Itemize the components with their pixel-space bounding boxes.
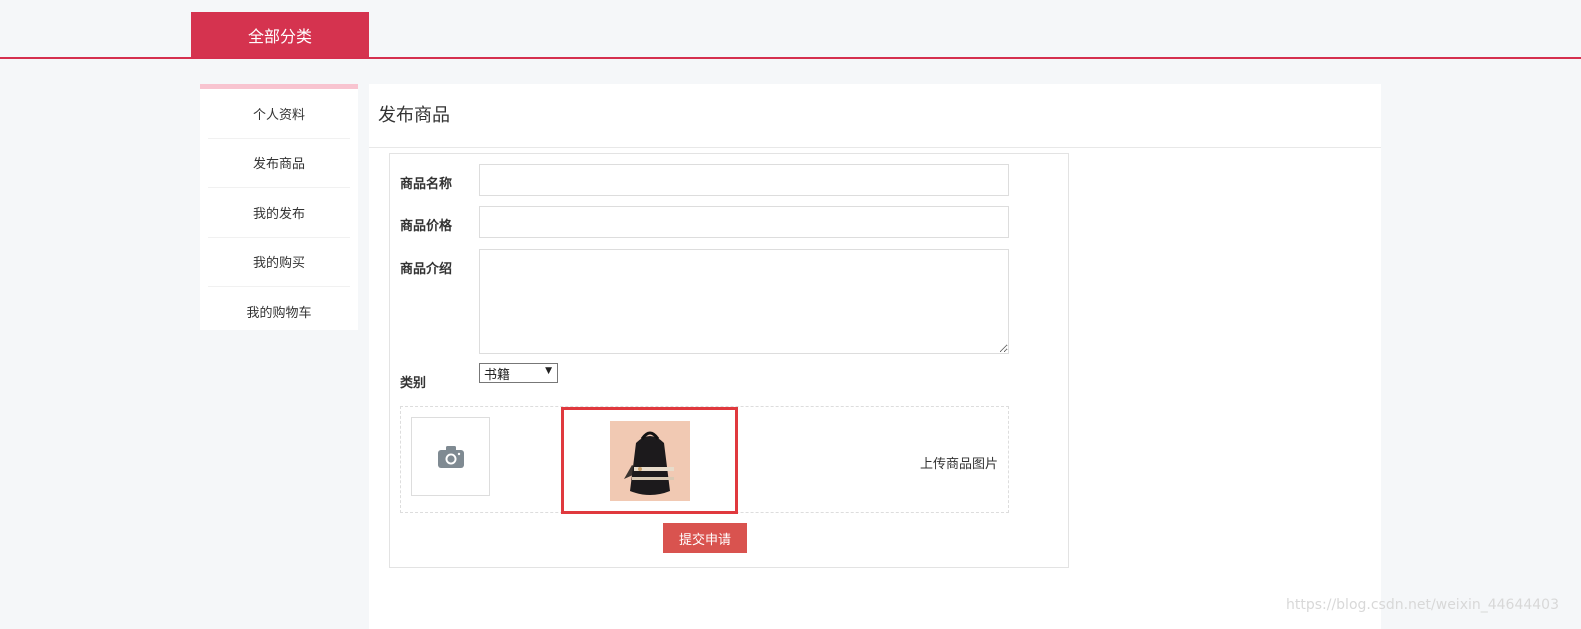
sidebar-item-label: 我的购物车 (246, 305, 312, 321)
product-thumbnail (609, 420, 690, 501)
upload-image-label: 上传商品图片 (919, 457, 998, 472)
product-intro-label: 商品介绍 (400, 262, 453, 277)
sidebar-item-cart[interactable]: 我的购物车 (208, 287, 350, 336)
watermark-text: https://blog.csdn.net/weixin_44644403 (1285, 597, 1559, 613)
sidebar-item-label: 我的购买 (252, 256, 305, 272)
page-title: 发布商品 (369, 84, 1381, 148)
sidebar-item-profile[interactable]: 个人资料 (208, 89, 350, 139)
user-sidebar: 个人资料 发布商品 我的发布 我的购买 我的购物车 (200, 84, 358, 330)
submit-button[interactable]: 提交申请 (663, 523, 747, 553)
all-categories-tab[interactable]: 全部分类 (191, 12, 369, 57)
product-price-input[interactable] (479, 206, 1009, 238)
upload-image-button[interactable] (411, 417, 490, 496)
top-nav-bar: 全部分类 (0, 0, 1581, 59)
product-intro-textarea[interactable] (479, 249, 1009, 354)
publish-form: 商品名称 商品价格 商品介绍 类别 书籍 ▼ 上传商品图片 提交申请 (389, 153, 1069, 568)
product-name-input[interactable] (479, 164, 1009, 196)
sidebar-item-publish[interactable]: 发布商品 (208, 139, 350, 188)
product-price-label: 商品价格 (400, 219, 453, 234)
sidebar-item-my-purchases[interactable]: 我的购买 (208, 238, 350, 287)
camera-icon (437, 445, 464, 468)
category-label: 类别 (400, 376, 427, 391)
product-name-label: 商品名称 (400, 177, 453, 192)
sidebar-item-my-posts[interactable]: 我的发布 (208, 188, 350, 238)
sidebar-item-label: 发布商品 (252, 157, 305, 173)
uploaded-image-preview[interactable] (561, 407, 738, 514)
sidebar-item-label: 我的发布 (252, 206, 305, 222)
dropdown-arrow-icon: ▼ (545, 366, 552, 376)
category-selected-value: 书籍 (484, 367, 511, 383)
category-select[interactable]: 书籍 ▼ (479, 363, 558, 383)
sidebar-item-label: 个人资料 (252, 107, 305, 123)
image-upload-area: 上传商品图片 (400, 406, 1009, 514)
all-categories-label: 全部分类 (247, 26, 312, 46)
main-panel: 发布商品 商品名称 商品价格 商品介绍 类别 书籍 ▼ 上传商品图片 提交申请 (369, 84, 1381, 629)
